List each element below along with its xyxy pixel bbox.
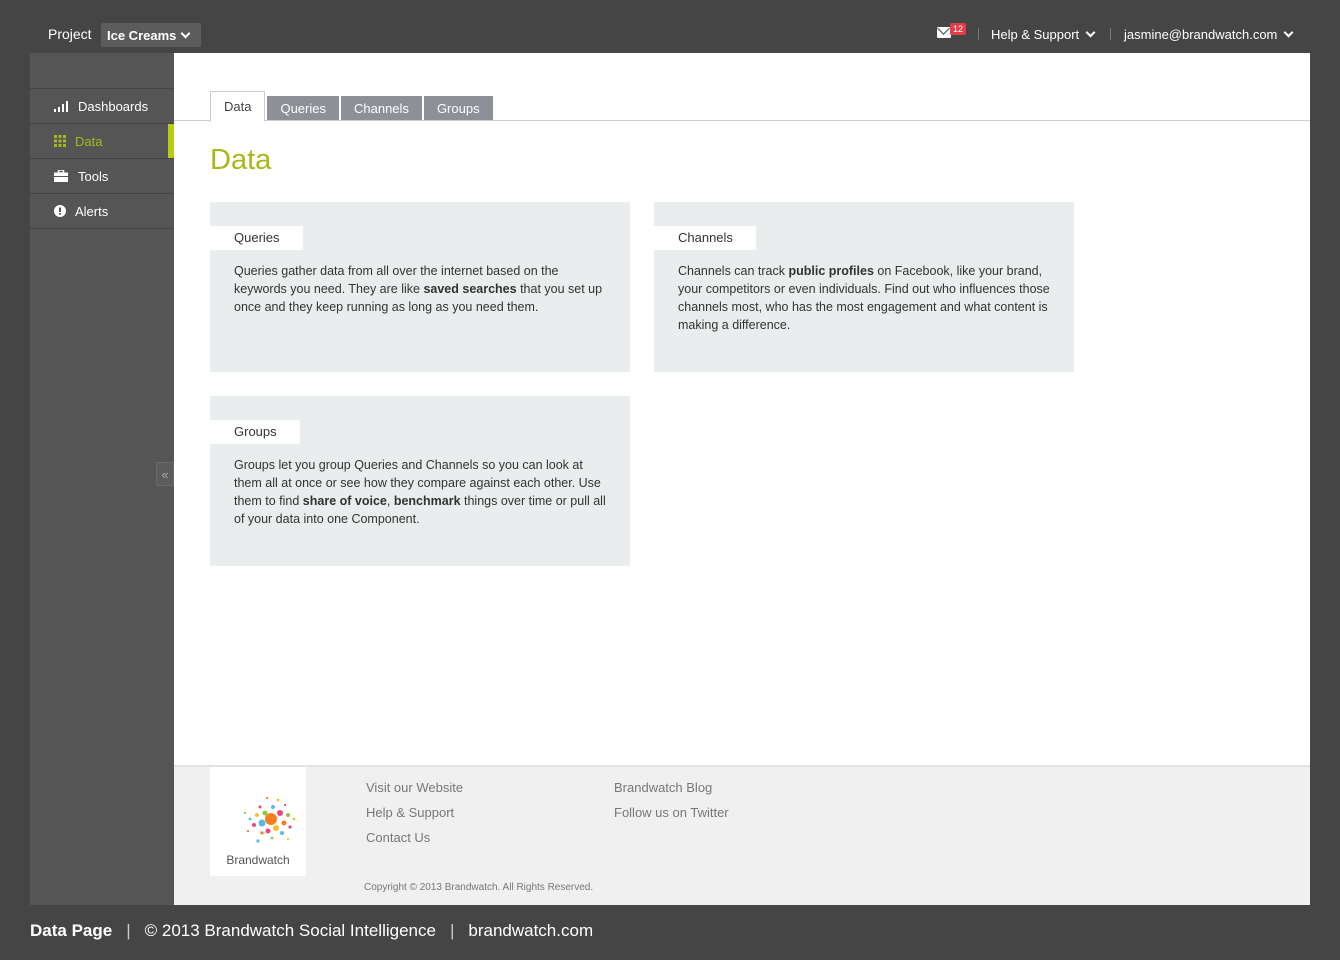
user-email: jasmine@brandwatch.com: [1124, 27, 1278, 42]
tab-divider: [174, 120, 1310, 121]
top-divider: [978, 28, 979, 40]
blog-link[interactable]: Brandwatch Blog: [614, 780, 712, 795]
sidebar: Dashboards Data Tools Alerts: [30, 53, 174, 905]
help-support-link[interactable]: Help & Support: [366, 805, 454, 820]
help-support-menu[interactable]: Help & Support: [991, 27, 1096, 42]
collapse-sidebar-button[interactable]: «: [156, 462, 174, 486]
sidebar-item-tools[interactable]: Tools: [30, 159, 174, 194]
card-text: Channels can track: [678, 264, 789, 278]
logo-text: Brandwatch: [226, 853, 290, 867]
channels-card[interactable]: Channels Channels can track public profi…: [654, 202, 1074, 372]
top-bar: Project Ice Creams 12 Help & Support jas…: [0, 0, 1340, 53]
mail-icon[interactable]: [937, 27, 951, 38]
card-text-bold: public profiles: [788, 264, 874, 278]
card-description: Groups let you group Queries and Channel…: [234, 456, 609, 528]
visit-website-link[interactable]: Visit our Website: [366, 780, 463, 795]
card-text-bold: saved searches: [423, 282, 517, 296]
brandwatch-logo-icon: [243, 796, 296, 843]
contact-us-link[interactable]: Contact Us: [366, 830, 430, 845]
chevron-down-icon: [1283, 27, 1294, 38]
caption-separator: |: [449, 921, 455, 940]
card-text-bold: benchmark: [393, 494, 461, 508]
sidebar-item-label: Dashboards: [78, 98, 149, 114]
tab-channels[interactable]: Channels: [341, 96, 422, 121]
double-chevron-left-icon: «: [161, 466, 169, 482]
card-text: ,: [386, 494, 394, 508]
caption-page-name: Data Page: [30, 921, 113, 940]
alert-icon: [54, 205, 66, 217]
caption-copyright: © 2013 Brandwatch Social Intelligence: [144, 921, 436, 940]
caption-site: brandwatch.com: [468, 921, 594, 940]
card-title: Channels: [654, 226, 756, 250]
tab-data[interactable]: Data: [210, 91, 266, 122]
tab-groups[interactable]: Groups: [423, 96, 493, 121]
caption-separator: |: [126, 921, 131, 940]
queries-card[interactable]: Queries Queries gather data from all ove…: [210, 202, 630, 372]
sidebar-item-data[interactable]: Data: [30, 124, 174, 159]
sidebar-item-label: Tools: [78, 168, 109, 184]
sidebar-item-label: Alerts: [75, 203, 109, 219]
footer-copyright: Copyright © 2013 Brandwatch. All Rights …: [364, 882, 594, 893]
card-title: Queries: [210, 226, 303, 250]
footer: Brandwatch Visit our Website Help & Supp…: [174, 765, 1310, 905]
grid-icon: [54, 135, 66, 147]
toolbox-icon: [54, 170, 68, 182]
card-description: Queries gather data from all over the in…: [234, 262, 609, 316]
page-title: Data: [210, 144, 272, 176]
card-title: Groups: [210, 420, 300, 444]
tab-bar: Data Queries Channels Groups: [210, 91, 493, 122]
sidebar-item-label: Data: [75, 133, 103, 149]
sidebar-item-dashboards[interactable]: Dashboards: [30, 89, 174, 124]
chevron-down-icon: [1085, 27, 1096, 38]
brandwatch-logo[interactable]: Brandwatch: [210, 767, 306, 876]
card-text-bold: share of voice: [302, 494, 387, 508]
tab-queries[interactable]: Queries: [267, 96, 339, 121]
help-support-label: Help & Support: [991, 27, 1080, 42]
project-label: Project: [48, 26, 92, 42]
card-description: Channels can track public profiles on Fa…: [678, 262, 1053, 334]
sidebar-header: [30, 53, 174, 89]
project-select[interactable]: Ice Creams: [101, 23, 201, 47]
groups-card[interactable]: Groups Groups let you group Queries and …: [210, 396, 630, 566]
user-menu[interactable]: jasmine@brandwatch.com: [1124, 27, 1294, 42]
top-divider: [1110, 28, 1111, 40]
twitter-link[interactable]: Follow us on Twitter: [614, 805, 729, 820]
main-content: Data Queries Channels Groups Data Querie…: [174, 53, 1310, 765]
project-select-value: Ice Creams: [107, 27, 177, 43]
chevron-down-icon: [180, 28, 191, 38]
bar-chart-icon: [54, 101, 68, 112]
page-caption: Data Page | © 2013 Brandwatch Social Int…: [30, 921, 593, 941]
sidebar-item-alerts[interactable]: Alerts: [30, 194, 174, 229]
mail-count-badge: 12: [950, 23, 967, 35]
